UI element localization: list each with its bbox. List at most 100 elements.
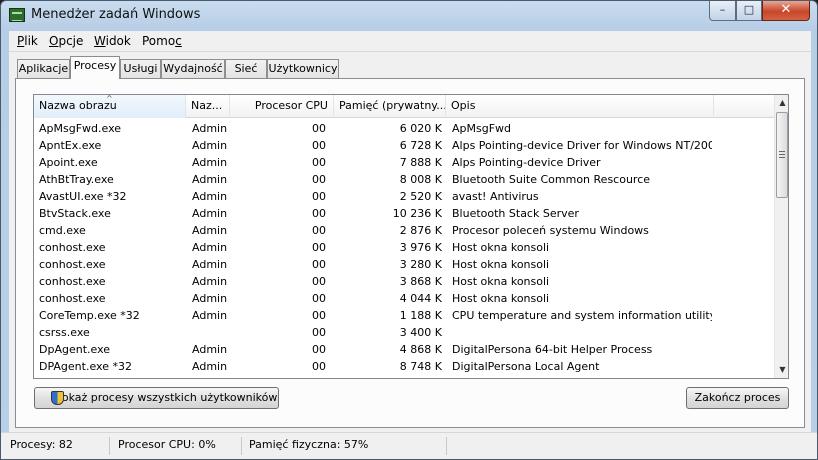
tab-network[interactable]: Sieć [225,59,267,78]
process-rows: ApMsgFwd.exe Admin 00 6 020 K ApMsgFwd ApntEx… [34,121,774,376]
process-name: ApntEx.exe [39,139,102,152]
status-process-count: Procesy: 82 [10,438,73,451]
tab-applications[interactable]: Aplikacje [17,59,70,78]
title-bar[interactable]: Menedżer zadań Windows – □ ✕ [1,1,817,31]
process-row[interactable]: conhost.exe Admin 00 3 976 K Host okna konso… [34,240,774,257]
process-name: conhost.exe [39,241,106,254]
task-manager-window: Menedżer zadań Windows – □ ✕ Plik Opcje … [0,0,818,460]
process-name: csrss.exe [39,326,90,339]
process-memory: 8 748 K [399,360,442,373]
process-user: Admin [192,241,228,254]
process-row[interactable]: CoreTemp.exe *32 Admin 00 1 188 K CPU temper… [34,308,774,325]
process-description: CPU temperature and system information u… [452,309,712,322]
process-description: avast! Antivirus [452,190,539,203]
process-cpu: 00 [312,173,326,186]
client-area: Aplikacje Procesy Usługi Wydajność Sieć … [9,52,811,432]
window-title: Menedżer zadań Windows [31,7,201,22]
column-header-empty [714,95,774,118]
scroll-down-icon[interactable]: ▼ [775,362,788,378]
process-description: Alps Pointing-device Driver for Windows … [452,139,712,152]
process-row[interactable]: DpAgent.exe Admin 00 4 868 K DigitalPersona … [34,342,774,359]
process-description: Alps Pointing-device Driver [452,156,601,169]
process-name: DpAgent.exe [39,343,111,356]
process-row[interactable]: ApntEx.exe Admin 00 6 728 K Alps Pointing-de… [34,138,774,155]
status-cpu-usage: Procesor CPU: 0% [118,438,216,451]
process-row[interactable]: ApMsgFwd.exe Admin 00 6 020 K ApMsgFwd [34,121,774,138]
maximize-button[interactable]: □ [736,1,762,21]
vertical-scrollbar[interactable]: ▲ ▼ [774,95,788,378]
process-row[interactable]: Apoint.exe Admin 00 7 888 K Alps Pointing-de… [34,155,774,172]
minimize-button[interactable]: – [709,1,736,21]
process-memory: 3 400 K [399,326,442,339]
process-cpu: 00 [312,343,326,356]
process-cpu: 00 [312,258,326,271]
process-memory: 10 236 K [392,207,442,220]
process-description: Host okna konsoli [452,258,550,271]
process-row[interactable]: AthBtTray.exe Admin 00 8 008 K Bluetooth Sui… [34,172,774,189]
process-user: Admin [192,122,228,135]
process-row[interactable]: cmd.exe Admin 00 2 876 K Procesor poleceń sy… [34,223,774,240]
process-cpu: 00 [312,156,326,169]
process-cpu: 00 [312,360,326,373]
process-memory: 2 876 K [399,224,442,237]
process-name: conhost.exe [39,258,106,271]
close-button[interactable]: ✕ [762,1,810,21]
process-cpu: 00 [312,309,326,322]
column-header-user[interactable]: Naz... [186,95,230,118]
process-description: Host okna konsoli [452,241,550,254]
process-name: CoreTemp.exe *32 [39,309,140,322]
menu-file[interactable]: Plik [17,34,38,48]
process-user: Admin [192,360,228,373]
status-memory-usage: Pamięć fizyczna: 57% [249,438,369,451]
column-header-memory[interactable]: Pamięć (prywatny... [334,95,446,118]
menu-help[interactable]: Pomoc [142,34,182,48]
tab-services[interactable]: Usługi [120,59,161,78]
process-user: Admin [192,156,228,169]
scrollbar-thumb[interactable] [776,112,788,198]
process-name: ApMsgFwd.exe [39,122,122,135]
process-memory: 2 520 K [399,190,442,203]
process-cpu: 00 [312,139,326,152]
process-name: conhost.exe [39,292,106,305]
status-bar: Procesy: 82 Procesor CPU: 0% Pamięć fizy… [1,432,817,459]
process-list[interactable]: ^ Nazwa obrazu Naz... Procesor CPU Pamię… [33,94,789,379]
sort-ascending-icon: ^ [106,95,113,103]
end-process-button[interactable]: Zakończ proces [686,387,789,409]
process-cpu: 00 [312,241,326,254]
process-user: Admin [192,275,228,288]
process-row[interactable]: csrss.exe 00 3 400 K [34,325,774,342]
process-name: AvastUI.exe *32 [39,190,127,203]
menu-view[interactable]: Widok [94,34,131,48]
process-name: cmd.exe [39,224,86,237]
process-memory: 6 020 K [399,122,442,135]
process-row[interactable]: conhost.exe Admin 00 3 868 K Host okna konso… [34,274,774,291]
process-cpu: 00 [312,292,326,305]
process-name: AthBtTray.exe [39,173,114,186]
uac-shield-icon [51,391,64,405]
process-cpu: 00 [312,207,326,220]
column-header-description[interactable]: Opis [446,95,714,118]
status-separator [241,437,242,455]
scroll-up-icon[interactable]: ▲ [775,95,788,111]
tab-performance[interactable]: Wydajność [161,59,225,78]
process-memory: 6 728 K [399,139,442,152]
process-cpu: 00 [312,190,326,203]
tab-users[interactable]: Użytkownicy [267,59,339,78]
process-row[interactable]: DPAgent.exe *32 Admin 00 8 748 K DigitalPers… [34,359,774,376]
process-memory: 4 868 K [399,343,442,356]
process-user: Admin [192,173,228,186]
tab-processes[interactable]: Procesy [70,56,120,79]
process-row[interactable]: conhost.exe Admin 00 4 044 K Host okna konso… [34,291,774,308]
show-all-users-label: Pokaż procesy wszystkich użytkowników [55,391,278,404]
process-row[interactable]: AvastUI.exe *32 Admin 00 2 520 K avast! Anti… [34,189,774,206]
column-header-cpu[interactable]: Procesor CPU [230,95,334,118]
process-name: DPAgent.exe *32 [39,360,132,373]
column-header-name[interactable]: ^ Nazwa obrazu [34,95,186,118]
process-row[interactable]: conhost.exe Admin 00 3 280 K Host okna konso… [34,257,774,274]
show-all-users-button[interactable]: Pokaż procesy wszystkich użytkowników [34,387,279,409]
process-description: Bluetooth Suite Common Rescource [452,173,651,186]
process-row[interactable]: BtvStack.exe Admin 00 10 236 K Bluetooth Sta… [34,206,774,223]
process-user: Admin [192,207,228,220]
process-memory: 3 280 K [399,258,442,271]
menu-options[interactable]: Opcje [49,34,83,48]
